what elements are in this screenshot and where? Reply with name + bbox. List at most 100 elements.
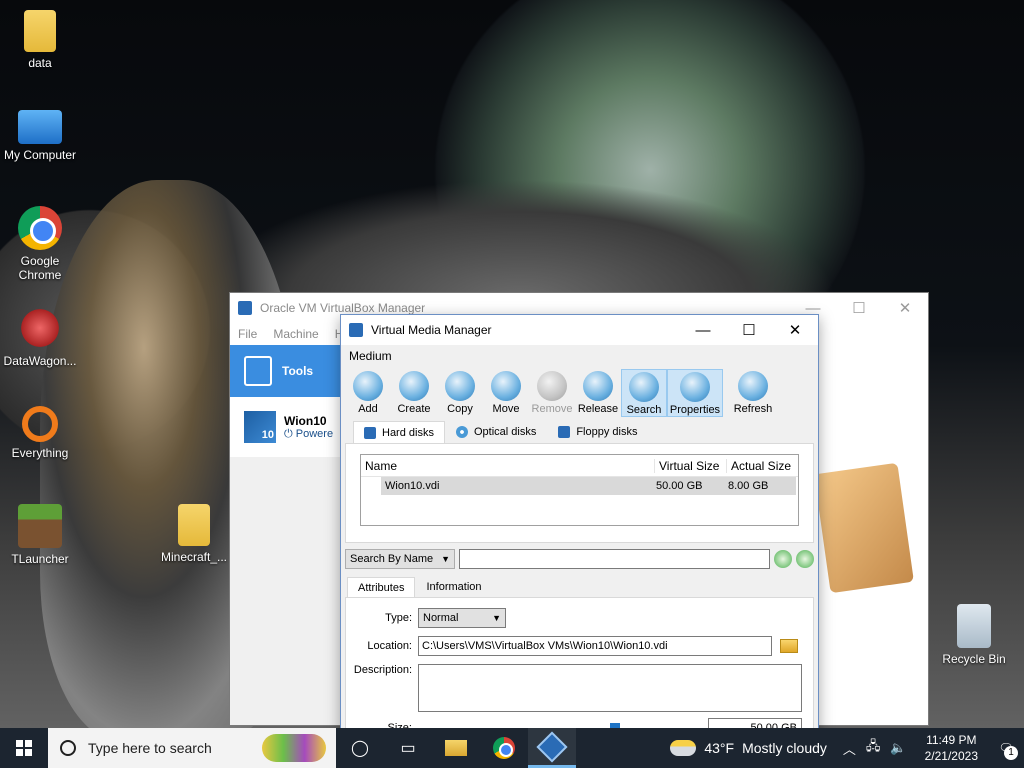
toolbar-label: Add — [358, 403, 378, 415]
weather-widget[interactable]: 43°F Mostly cloudy — [670, 740, 835, 756]
hard-disks-pane: Name Virtual Size Actual Size Wion10.vdi… — [345, 443, 814, 543]
task-view-button[interactable]: ▭ — [384, 728, 432, 768]
desktop-icon-label: Recycle Bin — [942, 652, 1006, 666]
menu-medium[interactable]: Medium — [349, 349, 392, 363]
taskbar-search-placeholder: Type here to search — [88, 740, 212, 756]
search-input[interactable] — [459, 549, 770, 569]
virtualbox-icon — [536, 730, 568, 763]
start-button[interactable] — [0, 728, 48, 768]
sidebar-item-vm[interactable]: 10 Wion10 ⏻ Powere — [230, 397, 342, 457]
desktop-icon-datawagon[interactable]: DataWagon... — [0, 306, 80, 368]
desktop-icon-label: DataWagon... — [3, 354, 77, 368]
everything-search-icon — [22, 406, 58, 442]
type-select[interactable]: Normal ▼ — [418, 608, 506, 628]
datawagon-icon — [18, 306, 62, 350]
desktop-icon-data[interactable]: data — [0, 10, 80, 70]
column-virtual-size[interactable]: Virtual Size — [654, 458, 726, 473]
cortana-button[interactable]: ◯ — [336, 728, 384, 768]
tab-optical-disks[interactable]: Optical disks — [445, 421, 547, 443]
properties-button[interactable]: Properties — [667, 369, 723, 417]
sidebar-item-tools[interactable]: Tools — [230, 345, 342, 397]
toolbar-label: Release — [577, 403, 619, 415]
maximize-icon[interactable]: ☐ — [836, 293, 882, 323]
column-name[interactable]: Name — [361, 459, 654, 473]
vm-state-label: Powere — [295, 427, 334, 440]
clock-date: 2/21/2023 — [924, 749, 978, 763]
description-field[interactable] — [418, 664, 802, 712]
search-next-icon[interactable] — [796, 550, 814, 568]
tlauncher-icon — [18, 504, 62, 548]
taskbar-chrome[interactable] — [480, 728, 528, 768]
menu-file[interactable]: File — [238, 327, 257, 341]
search-mode-select[interactable]: Search By Name ▼ — [345, 549, 456, 569]
add-disk-icon — [353, 371, 383, 401]
toolbar-label: Properties — [669, 404, 721, 416]
taskbar-file-explorer[interactable] — [432, 728, 480, 768]
move-disk-icon — [491, 371, 521, 401]
search-button[interactable]: Search — [621, 369, 667, 417]
vbm-sidebar: Tools 10 Wion10 ⏻ Powere — [230, 345, 342, 725]
hard-disk-icon — [364, 426, 376, 439]
chrome-icon — [18, 206, 62, 250]
vm-state: ⏻ Powere — [284, 427, 334, 440]
search-highlight-icon — [262, 734, 326, 762]
description-label: Description: — [353, 664, 412, 676]
close-icon[interactable]: ✕ — [772, 315, 818, 345]
remove-button[interactable]: Remove — [529, 369, 575, 417]
vmm-title: Virtual Media Manager — [371, 323, 492, 337]
desktop-icon-everything[interactable]: Everything — [0, 406, 80, 460]
add-button[interactable]: Add — [345, 369, 391, 417]
refresh-icon — [738, 371, 768, 401]
network-icon[interactable]: 🖧 — [866, 737, 881, 759]
vmm-menubar: Medium — [341, 345, 818, 367]
tab-attributes[interactable]: Attributes — [347, 577, 416, 597]
move-button[interactable]: Move — [483, 369, 529, 417]
chevron-up-icon[interactable]: ︿ — [843, 739, 856, 758]
desktop-icon-chrome[interactable]: Google Chrome — [0, 206, 80, 282]
chevron-down-icon: ▼ — [492, 613, 501, 623]
maximize-icon[interactable]: ☐ — [726, 315, 772, 345]
type-row: Type: Normal ▼ — [346, 608, 506, 628]
chevron-down-icon: ▼ — [441, 554, 451, 564]
partly-cloudy-icon — [670, 740, 697, 756]
copy-button[interactable]: Copy — [437, 369, 483, 417]
column-actual-size[interactable]: Actual Size — [726, 458, 798, 473]
search-previous-icon[interactable] — [774, 550, 792, 568]
volume-icon[interactable]: 🔈 — [890, 740, 906, 756]
taskbar-search-box[interactable]: Type here to search — [48, 728, 336, 768]
notification-center-button[interactable]: 🗨 1 — [988, 728, 1024, 768]
menu-machine[interactable]: Machine — [273, 327, 318, 341]
desktop-icon-recycle-bin[interactable]: Recycle Bin — [934, 604, 1014, 666]
create-button[interactable]: Create — [391, 369, 437, 417]
windows-logo-icon — [16, 740, 32, 756]
task-view-icon: ▭ — [400, 740, 416, 757]
tab-information[interactable]: Information — [415, 577, 492, 597]
search-icon — [60, 740, 76, 756]
tab-hard-disks[interactable]: Hard disks — [353, 421, 445, 443]
desktop-icon-tlauncher[interactable]: TLauncher — [0, 504, 80, 566]
minimize-icon[interactable]: — — [680, 315, 726, 345]
virtualbox-logo-icon — [238, 301, 252, 315]
cortana-circle-icon: ◯ — [351, 740, 369, 757]
taskbar-virtualbox[interactable] — [528, 728, 576, 768]
row-name: Wion10.vdi — [385, 480, 440, 492]
browse-folder-icon[interactable] — [780, 639, 798, 653]
desktop-icon-my-computer[interactable]: My Computer — [0, 110, 80, 162]
desktop-icon-minecraft[interactable]: Minecraft_... — [154, 504, 234, 564]
release-button[interactable]: Release — [575, 369, 621, 417]
tab-label: Hard disks — [382, 426, 434, 439]
taskbar-clock[interactable]: 11:49 PM 2/21/2023 — [915, 732, 988, 764]
media-table[interactable]: Name Virtual Size Actual Size Wion10.vdi… — [360, 454, 799, 526]
vmm-toolbar: Add Create Copy Move Remove Release Sear… — [341, 367, 818, 419]
tab-floppy-disks[interactable]: Floppy disks — [547, 421, 648, 443]
clock-time: 11:49 PM — [926, 733, 977, 747]
computer-icon — [18, 110, 62, 144]
location-field[interactable]: C:\Users\VMS\VirtualBox VMs\Wion10\Wion1… — [418, 636, 772, 656]
close-icon[interactable]: ✕ — [882, 293, 928, 323]
remove-disk-icon — [537, 371, 567, 401]
folder-icon — [24, 10, 56, 52]
refresh-button[interactable]: Refresh — [723, 369, 783, 417]
table-row[interactable]: Wion10.vdi 50.00 GB 8.00 GB — [381, 477, 796, 495]
virtual-media-manager-window[interactable]: Virtual Media Manager — ☐ ✕ Medium Add C… — [340, 314, 819, 757]
desktop-icon-label: data — [28, 56, 52, 70]
